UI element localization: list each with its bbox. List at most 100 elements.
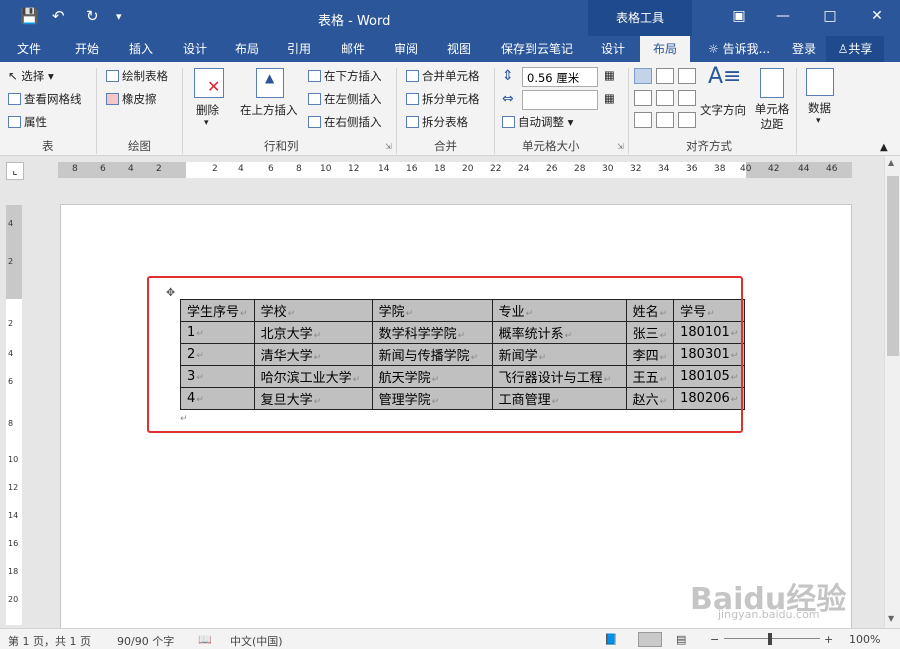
text-direction-icon: A≡ <box>708 64 742 89</box>
distribute-rows-icon[interactable]: ▦ <box>604 68 615 82</box>
align-top-left-button[interactable] <box>634 68 652 84</box>
insert-above-button[interactable]: 在上方插入 <box>240 102 298 118</box>
column-width-icon: ⇔ <box>502 91 514 107</box>
column-width-field[interactable] <box>522 90 598 110</box>
tab-review[interactable]: 审阅 <box>381 36 431 62</box>
group-separator <box>494 68 495 154</box>
undo-icon[interactable]: ↶ <box>52 7 65 25</box>
zoom-slider-thumb[interactable] <box>768 633 772 645</box>
tab-table-layout[interactable]: 布局 <box>640 36 690 62</box>
text-direction-button[interactable]: 文字方向 <box>700 102 746 118</box>
merge-cells-button[interactable]: 合并单元格 <box>406 68 480 84</box>
minimize-icon[interactable]: — <box>768 8 798 24</box>
align-middle-left-button[interactable] <box>634 90 652 106</box>
group-merge-label: 合并 <box>434 139 457 153</box>
ruler-tick: 14 <box>8 511 19 520</box>
scroll-thumb[interactable] <box>887 176 899 356</box>
page-count[interactable]: 第 1 页，共 1 页 <box>8 633 91 649</box>
merge-cells-label: 合并单元格 <box>422 69 480 83</box>
align-top-right-button[interactable] <box>678 68 696 84</box>
align-center-button[interactable] <box>656 90 674 106</box>
person-icon: ♙ <box>837 42 849 56</box>
align-top-center-button[interactable] <box>656 68 674 84</box>
align-bottom-left-button[interactable] <box>634 112 652 128</box>
save-icon[interactable]: 💾 <box>20 7 39 25</box>
zoom-in-button[interactable]: + <box>824 633 833 646</box>
tab-table-design[interactable]: 设计 <box>590 36 636 62</box>
ruler-tick: 6 <box>268 164 274 174</box>
ruler-tick: 46 <box>826 164 838 174</box>
draw-table-label: 绘制表格 <box>122 69 168 83</box>
group-cell-size-label: 单元格大小 <box>522 139 580 153</box>
ruler-tick: 16 <box>406 164 418 174</box>
split-table-button[interactable]: 拆分表格 <box>406 114 468 130</box>
language-status[interactable]: 中文(中国) <box>230 633 283 649</box>
read-mode-icon[interactable]: 📘 <box>604 633 618 646</box>
maximize-icon[interactable]: □ <box>815 8 845 24</box>
eraser-label: 橡皮擦 <box>122 92 157 106</box>
dialog-launcher-icon[interactable]: ⇲ <box>385 142 392 151</box>
web-layout-icon[interactable]: ▤ <box>676 633 686 646</box>
horizontal-ruler[interactable]: 8 6 4 2 2 4 6 8 10 12 14 16 18 20 22 24 … <box>58 162 852 178</box>
gridlines-button[interactable]: 查看网格线 <box>8 91 82 107</box>
scroll-up-icon[interactable]: ▲ <box>888 158 894 167</box>
align-middle-right-button[interactable] <box>678 90 696 106</box>
scroll-down-icon[interactable]: ▼ <box>888 614 894 623</box>
vertical-scrollbar[interactable]: ▲ ▼ <box>884 156 900 628</box>
ribbon: ↖ 选择 ▾ 查看网格线 属性 表 绘制表格 橡皮擦 绘图 ✕ 删除 ▾ ▲ 在… <box>0 62 900 156</box>
ruler-tick: 6 <box>100 164 106 174</box>
insert-left-button[interactable]: 在左侧插入 <box>308 91 382 107</box>
align-bottom-right-button[interactable] <box>678 112 696 128</box>
proofing-icon[interactable]: 📖 <box>198 633 212 646</box>
split-cells-button[interactable]: 拆分单元格 <box>406 91 480 107</box>
tab-file[interactable]: 文件 <box>6 36 52 62</box>
select-button[interactable]: ↖ 选择 ▾ <box>8 68 54 84</box>
gridlines-icon <box>8 93 21 105</box>
ruler-tick: 20 <box>8 595 19 604</box>
zoom-out-button[interactable]: − <box>710 633 719 646</box>
title-bar: 💾 ↶ ↻ ▾ 表格 - Word 表格工具 ▣ — □ ✕ <box>0 0 900 36</box>
draw-table-button[interactable]: 绘制表格 <box>106 68 168 84</box>
ribbon-display-icon[interactable]: ▣ <box>724 8 754 24</box>
insert-right-button[interactable]: 在右侧插入 <box>308 114 382 130</box>
cell-margins-icon <box>760 68 784 98</box>
vertical-ruler[interactable]: 4 2 2 4 6 8 10 12 14 16 18 20 <box>6 205 22 625</box>
tab-layout[interactable]: 布局 <box>222 36 272 62</box>
login-button[interactable]: 登录 <box>786 36 822 62</box>
align-bottom-center-button[interactable] <box>656 112 674 128</box>
zoom-level[interactable]: 100% <box>849 633 880 646</box>
ruler-tick: 8 <box>72 164 78 174</box>
data-button[interactable]: 数据 <box>808 100 831 116</box>
tab-view[interactable]: 视图 <box>434 36 484 62</box>
row-height-field[interactable]: 0.56 厘米 <box>522 67 598 87</box>
tell-me-box[interactable]: ☼ 告诉我... <box>704 36 774 62</box>
group-table-label: 表 <box>42 139 54 153</box>
insert-below-button[interactable]: 在下方插入 <box>308 68 382 84</box>
collapse-ribbon-icon[interactable]: ▲ <box>880 142 888 153</box>
customize-icon[interactable]: ▾ <box>116 10 122 23</box>
redo-icon[interactable]: ↻ <box>86 7 99 25</box>
properties-button[interactable]: 属性 <box>8 114 47 130</box>
delete-button[interactable]: 删除 <box>196 102 219 118</box>
tab-insert[interactable]: 插入 <box>116 36 166 62</box>
cell-margins-button[interactable]: 单元格边距 <box>754 102 790 132</box>
ruler-tick: 40 <box>740 164 752 174</box>
distribute-columns-icon[interactable]: ▦ <box>604 91 615 105</box>
chevron-down-icon: ▾ <box>204 118 209 128</box>
tab-design[interactable]: 设计 <box>170 36 220 62</box>
tab-cloud-notes[interactable]: 保存到云笔记 <box>494 36 580 62</box>
eraser-button[interactable]: 橡皮擦 <box>106 91 157 107</box>
ruler-tick: 16 <box>8 539 19 548</box>
share-button[interactable]: ♙共享 <box>826 36 884 62</box>
print-layout-icon[interactable] <box>638 632 662 647</box>
window-title: 表格 - Word <box>318 14 391 29</box>
autofit-button[interactable]: 自动调整 ▾ <box>502 114 573 130</box>
tab-selector[interactable]: ⌞ <box>6 162 24 180</box>
word-count[interactable]: 90/90 个字 <box>117 633 174 649</box>
tab-home[interactable]: 开始 <box>62 36 112 62</box>
tab-references[interactable]: 引用 <box>274 36 324 62</box>
close-icon[interactable]: ✕ <box>862 8 892 24</box>
zoom-slider[interactable] <box>724 638 820 639</box>
dialog-launcher-icon[interactable]: ⇲ <box>617 142 624 151</box>
tab-mailings[interactable]: 邮件 <box>328 36 378 62</box>
